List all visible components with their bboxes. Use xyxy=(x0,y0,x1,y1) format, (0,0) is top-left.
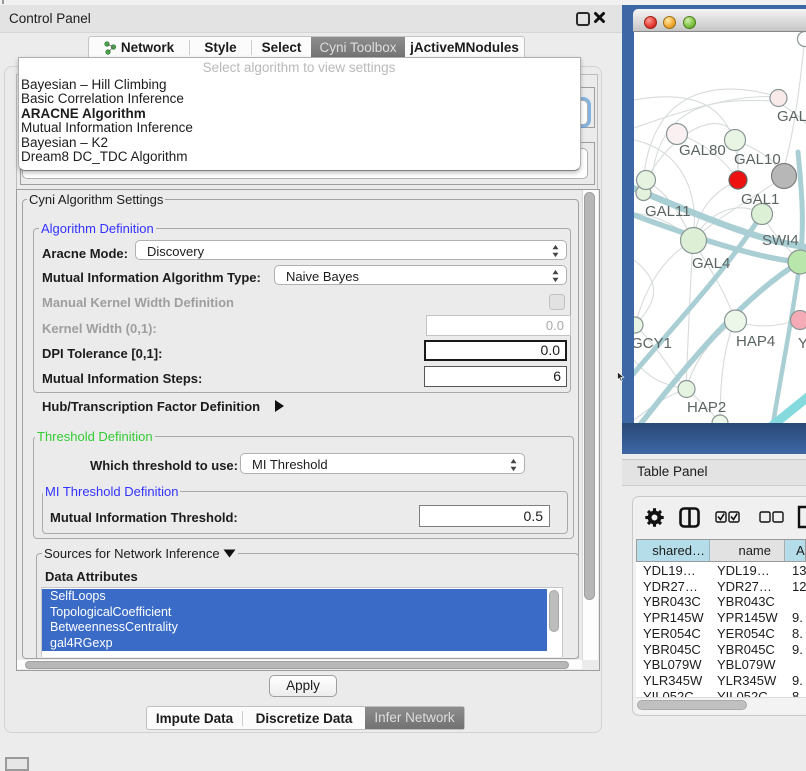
svg-text:HAP2: HAP2 xyxy=(687,399,726,416)
svg-text:GAL: GAL xyxy=(777,108,806,125)
svg-text:HAP4: HAP4 xyxy=(736,333,775,350)
svg-text:GAL10: GAL10 xyxy=(734,151,781,168)
svg-text:GAL1: GAL1 xyxy=(741,191,779,208)
svg-text:GAL80: GAL80 xyxy=(679,142,726,159)
svg-text:GCY1: GCY1 xyxy=(634,335,672,352)
svg-text:Y: Y xyxy=(798,335,806,352)
svg-text:GAL4: GAL4 xyxy=(692,255,730,272)
svg-text:SWI4: SWI4 xyxy=(762,232,799,249)
svg-text:GAL11: GAL11 xyxy=(645,203,691,220)
